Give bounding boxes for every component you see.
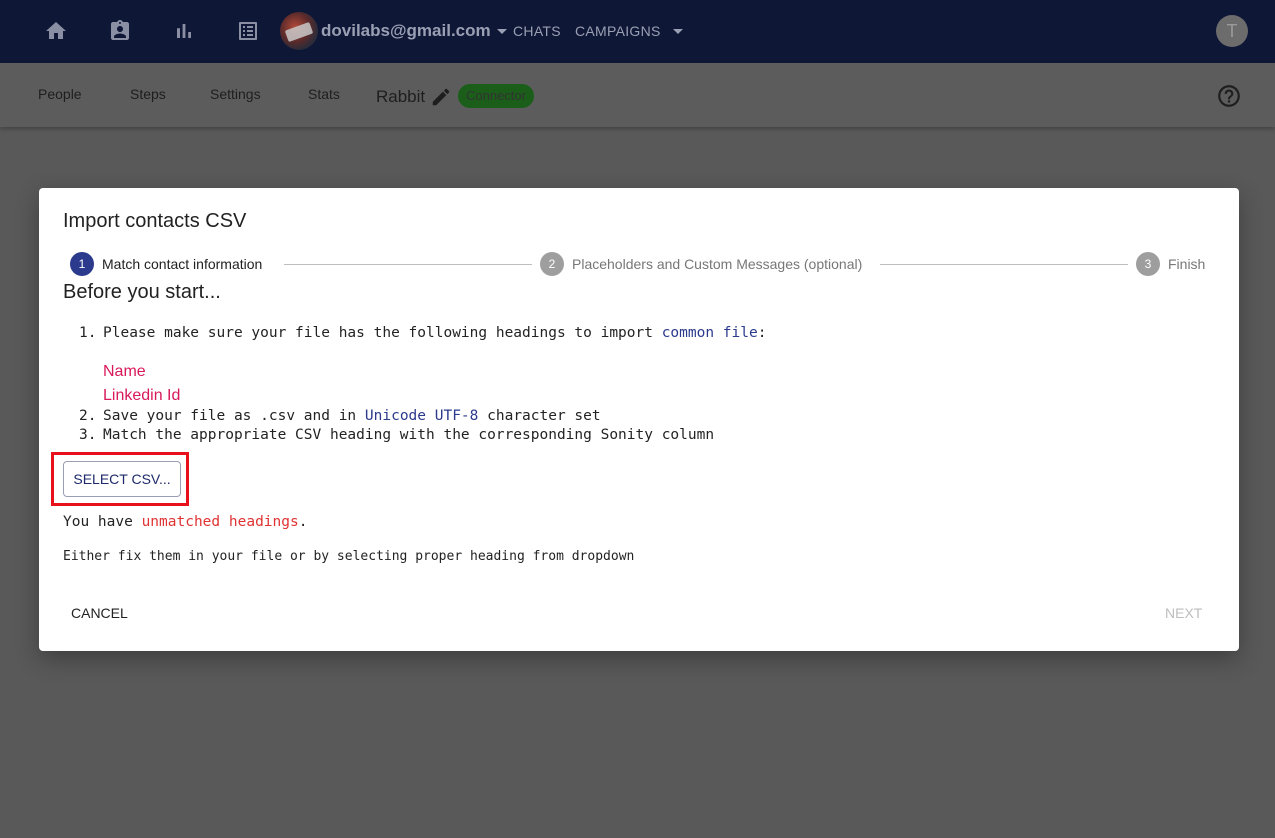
instruction-item-2: 2. Save your file as .csv and in Unicode … — [79, 408, 601, 424]
required-heading-name: Name — [103, 363, 146, 380]
pencil-icon[interactable] — [430, 86, 452, 108]
step-1-number: 1 — [70, 252, 94, 276]
step-1-label: Match contact information — [102, 256, 263, 272]
chevron-down-icon — [496, 28, 507, 34]
tab-settings[interactable]: Settings — [210, 86, 261, 102]
list-icon[interactable] — [236, 19, 260, 43]
instruction-1-number: 1. — [79, 325, 97, 341]
step-3-label: Finish — [1168, 256, 1206, 272]
instruction-2-suffix: character set — [478, 408, 601, 424]
step-connector — [880, 264, 1128, 265]
contact-card-icon[interactable] — [108, 19, 132, 43]
instruction-3-number: 3. — [79, 427, 97, 443]
tab-stats[interactable]: Stats — [308, 86, 340, 102]
step-2-label: Placeholders and Custom Messages (option… — [572, 256, 863, 272]
user-avatar[interactable]: T — [1216, 15, 1248, 47]
unmatched-suffix: . — [298, 514, 308, 530]
required-heading-linkedin-id: Linkedin Id — [103, 387, 181, 404]
help-icon[interactable] — [1216, 83, 1242, 109]
unmatched-headings-link: unmatched headings — [141, 514, 299, 530]
top-navigation-bar: dovilabs@gmail.com CHATS CAMPAIGNS T — [0, 0, 1275, 63]
home-icon[interactable] — [44, 19, 68, 43]
account-menu[interactable]: dovilabs@gmail.com — [280, 12, 507, 50]
bar-chart-icon[interactable] — [172, 19, 196, 43]
campaigns-chevron-down-icon[interactable] — [673, 29, 683, 34]
instruction-2-text: Save your file as .csv and in — [103, 408, 365, 424]
tab-steps[interactable]: Steps — [130, 86, 166, 102]
unmatched-prefix: You have — [63, 514, 142, 530]
account-email: dovilabs@gmail.com — [321, 21, 491, 40]
instruction-2-number: 2. — [79, 408, 97, 424]
unmatched-headings-message: You have unmatched headings. — [63, 514, 307, 530]
step-1: 1 Match contact information — [70, 252, 262, 276]
common-file-link[interactable]: common file — [662, 325, 758, 341]
import-csv-dialog: Import contacts CSV 1 Match contact info… — [39, 188, 1239, 651]
instruction-item-1: 1. Please make sure your file has the fol… — [79, 325, 766, 341]
instruction-1-suffix: : — [757, 325, 767, 341]
step-2-number: 2 — [540, 252, 564, 276]
connector-badge: Connector — [458, 84, 534, 108]
cancel-button[interactable]: CANCEL — [63, 601, 136, 625]
campaign-name: Rabbit — [376, 87, 426, 106]
fix-hint-text: Either fix them in your file or by selec… — [63, 549, 635, 564]
select-csv-button[interactable]: SELECT CSV... — [63, 461, 181, 497]
instruction-3-text: Match the appropriate CSV heading with t… — [103, 427, 715, 443]
section-title: Before you start... — [63, 281, 221, 303]
tab-people[interactable]: People — [38, 86, 82, 102]
instruction-item-3: 3. Match the appropriate CSV heading with… — [79, 427, 714, 443]
instruction-1-text: Please make sure your file has the follo… — [103, 325, 662, 341]
step-3: 3 Finish — [1136, 252, 1205, 276]
unicode-utf8-link[interactable]: Unicode UTF-8 — [365, 408, 479, 424]
next-button[interactable]: NEXT — [1157, 601, 1210, 625]
nav-link-chats[interactable]: CHATS — [513, 23, 561, 39]
step-2: 2 Placeholders and Custom Messages (opti… — [540, 252, 862, 276]
dialog-title: Import contacts CSV — [63, 210, 247, 232]
nav-link-campaigns[interactable]: CAMPAIGNS — [575, 23, 661, 39]
step-connector — [284, 264, 532, 265]
step-3-number: 3 — [1136, 252, 1160, 276]
account-avatar — [280, 12, 318, 50]
campaign-tab-bar: People Steps Settings Stats Rabbit Conne… — [0, 63, 1275, 127]
